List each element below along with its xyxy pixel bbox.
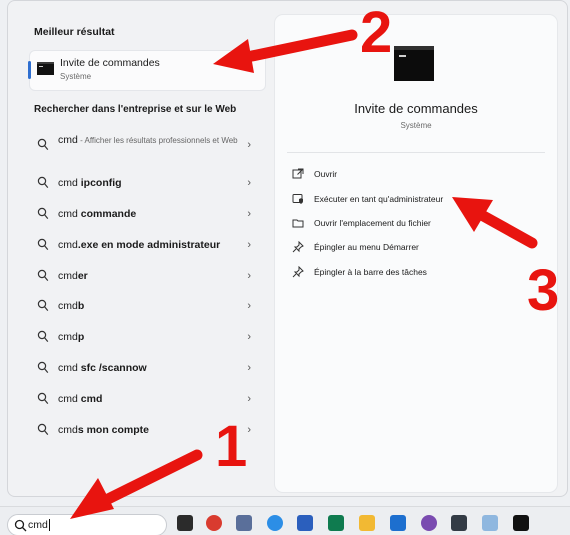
step-1-number: 1 <box>215 414 248 479</box>
search-icon <box>37 299 49 313</box>
taskbar-search-box[interactable]: cmd <box>7 514 167 535</box>
detail-action-label: Ouvrir l'emplacement du fichier <box>314 218 431 228</box>
detail-subtitle: Système <box>400 121 432 130</box>
task-view-icon[interactable] <box>177 515 193 531</box>
search-icon <box>37 269 49 283</box>
detail-action-item[interactable]: Ouvrir <box>292 166 542 186</box>
pin-icon <box>292 240 304 253</box>
selection-indicator <box>28 61 31 79</box>
search-result-item[interactable]: cmdb › <box>30 294 265 320</box>
search-result-item[interactable]: cmd ipconfig › <box>30 171 265 197</box>
cmd-icon <box>37 62 54 75</box>
best-match-item[interactable]: Invite de commandes Système <box>28 51 265 90</box>
chevron-right-icon[interactable]: › <box>247 424 251 436</box>
taskbar: cmd <box>0 506 570 535</box>
search-icon <box>37 423 49 437</box>
folder-icon <box>292 217 304 229</box>
chrome-icon[interactable] <box>206 515 222 531</box>
detail-title: Invite de commandes <box>354 101 478 116</box>
best-match-type: Système <box>60 72 92 81</box>
detail-action-item[interactable]: Ouvrir l'emplacement du fichier <box>292 215 542 235</box>
search-icon <box>37 238 49 252</box>
file-explorer-icon[interactable] <box>359 515 375 531</box>
detail-action-item[interactable]: Épingler au menu Démarrer <box>292 239 542 259</box>
tool-icon[interactable] <box>236 515 252 531</box>
cmd-icon[interactable] <box>513 515 529 531</box>
chevron-right-icon[interactable]: › <box>247 331 251 343</box>
chevron-right-icon[interactable]: › <box>247 139 251 151</box>
search-result-item[interactable]: cmd sfc /scannow › <box>30 356 265 382</box>
search-result-label: cmd commande <box>58 208 137 220</box>
app-square-icon[interactable] <box>328 515 344 531</box>
search-result-item[interactable]: cmd commande › <box>30 202 265 228</box>
search-result-label: cmdb <box>58 300 85 312</box>
search-icon <box>37 361 49 375</box>
detail-pane: Invite de commandes Système Ouvrir Exécut… <box>275 15 557 492</box>
search-result-item[interactable]: cmd.exe en mode administrateur › <box>30 233 265 259</box>
search-result-label: cmder <box>58 270 88 282</box>
search-result-label: cmd.exe en mode administrateur <box>58 239 221 251</box>
search-result-item[interactable]: cmder › <box>30 264 265 290</box>
terminal-icon[interactable] <box>451 515 467 531</box>
search-icon <box>37 392 49 406</box>
word-icon[interactable] <box>297 515 313 531</box>
step-3-number: 3 <box>527 258 560 323</box>
detail-action-item[interactable]: Épingler à la barre des tâches <box>292 264 542 284</box>
divider <box>287 152 545 153</box>
search-result-item[interactable]: cmd - Afficher les résultats professionn… <box>30 133 265 159</box>
detail-action-label: Ouvrir <box>314 169 338 179</box>
chevron-right-icon[interactable]: › <box>247 300 251 312</box>
shield-admin-icon <box>292 193 304 205</box>
search-icon <box>37 138 49 152</box>
step-2-number: 2 <box>360 0 393 65</box>
best-match-title: Meilleur résultat <box>34 26 115 38</box>
search-icon <box>37 330 49 344</box>
cmd-icon <box>394 46 434 81</box>
search-result-label: cmds mon compte <box>58 424 150 436</box>
search-result-label: cmd cmd <box>58 393 103 405</box>
chevron-right-icon[interactable]: › <box>247 362 251 374</box>
pin-icon <box>292 265 304 278</box>
search-result-label: cmdp <box>58 331 85 343</box>
open-external-icon <box>292 168 304 180</box>
chevron-right-icon[interactable]: › <box>247 393 251 405</box>
chevron-right-icon[interactable]: › <box>247 270 251 282</box>
detail-action-label: Exécuter en tant qu'administrateur <box>314 194 444 204</box>
chevron-right-icon[interactable]: › <box>247 177 251 189</box>
search-result-item[interactable]: cmd cmd › <box>30 387 265 413</box>
chevron-right-icon[interactable]: › <box>247 208 251 220</box>
app-circle-icon[interactable] <box>267 515 283 531</box>
search-icon <box>37 207 49 221</box>
search-result-label: cmd sfc /scannow <box>58 362 147 374</box>
search-icon <box>14 519 27 532</box>
search-input-value[interactable]: cmd <box>28 519 50 532</box>
detail-action-label: Épingler à la barre des tâches <box>314 267 427 277</box>
best-match-name: Invite de commandes <box>60 57 160 69</box>
search-result-label: cmd ipconfig <box>58 177 122 189</box>
outlook-icon[interactable] <box>390 515 406 531</box>
search-result-item[interactable]: cmdp › <box>30 325 265 351</box>
detail-action-label: Épingler au menu Démarrer <box>314 242 419 252</box>
chart-app-icon[interactable] <box>482 515 498 531</box>
detail-action-item[interactable]: Exécuter en tant qu'administrateur <box>292 191 542 211</box>
text-caret <box>48 519 50 532</box>
search-section-title: Rechercher dans l'entreprise et sur le W… <box>34 104 237 115</box>
slack-icon[interactable] <box>421 515 437 531</box>
chevron-right-icon[interactable]: › <box>247 239 251 251</box>
search-result-label: cmd - Afficher les résultats professionn… <box>58 134 238 146</box>
search-icon <box>37 176 49 190</box>
